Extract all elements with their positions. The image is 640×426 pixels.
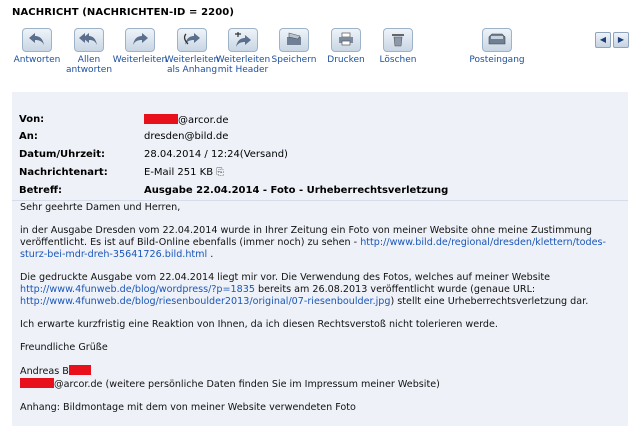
date-value: 28.04.2014 / 12:24(Versand) [144, 149, 288, 160]
forward-icon [125, 28, 155, 52]
subject-label: Betreff: [19, 185, 62, 196]
reply-icon [22, 28, 52, 52]
signature: Andreas B @arcor.de (weitere persönliche… [20, 365, 620, 391]
message-panel: Von: @arcor.de An: dresden@bild.de Datum… [12, 92, 628, 426]
signature-email: @arcor.de [54, 379, 103, 390]
inbox-label: Posteingang [469, 55, 525, 65]
title-bar: NACHRICHT (NACHRICHTEN-ID = 2200) [0, 0, 640, 24]
message-body: Sehr geehrte Damen und Herren, in der Au… [12, 202, 628, 425]
delete-label: Löschen [379, 55, 417, 65]
subject-row: Betreff: Ausgabe 22.04.2014 - Foto - Urh… [12, 182, 628, 200]
to-value: dresden@bild.de [144, 131, 229, 142]
redaction-bar [20, 378, 54, 388]
from-row: Von: @arcor.de [12, 111, 628, 129]
attachment-note: Anhang: Bildmontage mit dem von meiner W… [20, 402, 356, 413]
paragraph-2: Die gedruckte Ausgabe vom 22.04.2014 lie… [20, 272, 589, 307]
previous-message-button[interactable]: ◀ [595, 32, 611, 48]
chevron-right-icon: ▶ [617, 35, 625, 44]
delete-button[interactable]: Löschen [363, 28, 433, 65]
to-label: An: [19, 131, 38, 142]
print-icon [331, 28, 361, 52]
trash-icon [383, 28, 413, 52]
type-label: Nachrichtenart: [19, 167, 108, 178]
message-header: Von: @arcor.de An: dresden@bild.de Datum… [12, 92, 628, 200]
type-row: Nachrichtenart: E-Mail 251 KB ⎘ [12, 164, 628, 182]
redaction-bar [144, 114, 178, 124]
to-row: An: dresden@bild.de [12, 128, 628, 146]
closing: Freundliche Grüße [20, 342, 108, 353]
header-divider [12, 200, 628, 201]
from-value: @arcor.de [144, 114, 229, 126]
redaction-bar [68, 365, 91, 375]
date-row: Datum/Uhrzeit: 28.04.2014 / 12:24(Versan… [12, 146, 628, 164]
inbox-button[interactable]: Posteingang [462, 28, 532, 65]
signature-note: (weitere persönliche Daten finden Sie im… [102, 379, 440, 390]
forward-header-icon [228, 28, 258, 52]
inbox-icon [482, 28, 512, 52]
from-label: Von: [19, 114, 45, 125]
paragraph-1: in der Ausgabe Dresden vom 22.04.2014 wu… [20, 225, 606, 260]
date-label: Datum/Uhrzeit: [19, 149, 106, 160]
image-url-link[interactable]: http://www.4funweb.de/blog/riesenboulder… [20, 296, 391, 307]
greeting: Sehr geehrte Damen und Herren, [20, 202, 181, 213]
blog-post-link[interactable]: http://www.4funweb.de/blog/wordpress/?p=… [20, 284, 255, 295]
save-icon [279, 28, 309, 52]
type-value: E-Mail 251 KB ⎘ [144, 167, 225, 178]
window-title: NACHRICHT (NACHRICHTEN-ID = 2200) [12, 7, 235, 18]
signature-name: Andreas B [20, 366, 69, 377]
paperclip-icon[interactable]: ⎘ [216, 167, 224, 178]
chevron-left-icon: ◀ [599, 35, 607, 44]
next-message-button[interactable]: ▶ [613, 32, 629, 48]
toolbar: Antworten Allen antworten Weiterleiten W… [0, 24, 640, 84]
paragraph-3: Ich erwarte kurzfristig eine Reaktion vo… [20, 319, 498, 330]
reply-all-icon [74, 28, 104, 52]
forward-attachment-icon [177, 28, 207, 52]
subject-value: Ausgabe 22.04.2014 - Foto - Urheberrecht… [144, 185, 449, 196]
